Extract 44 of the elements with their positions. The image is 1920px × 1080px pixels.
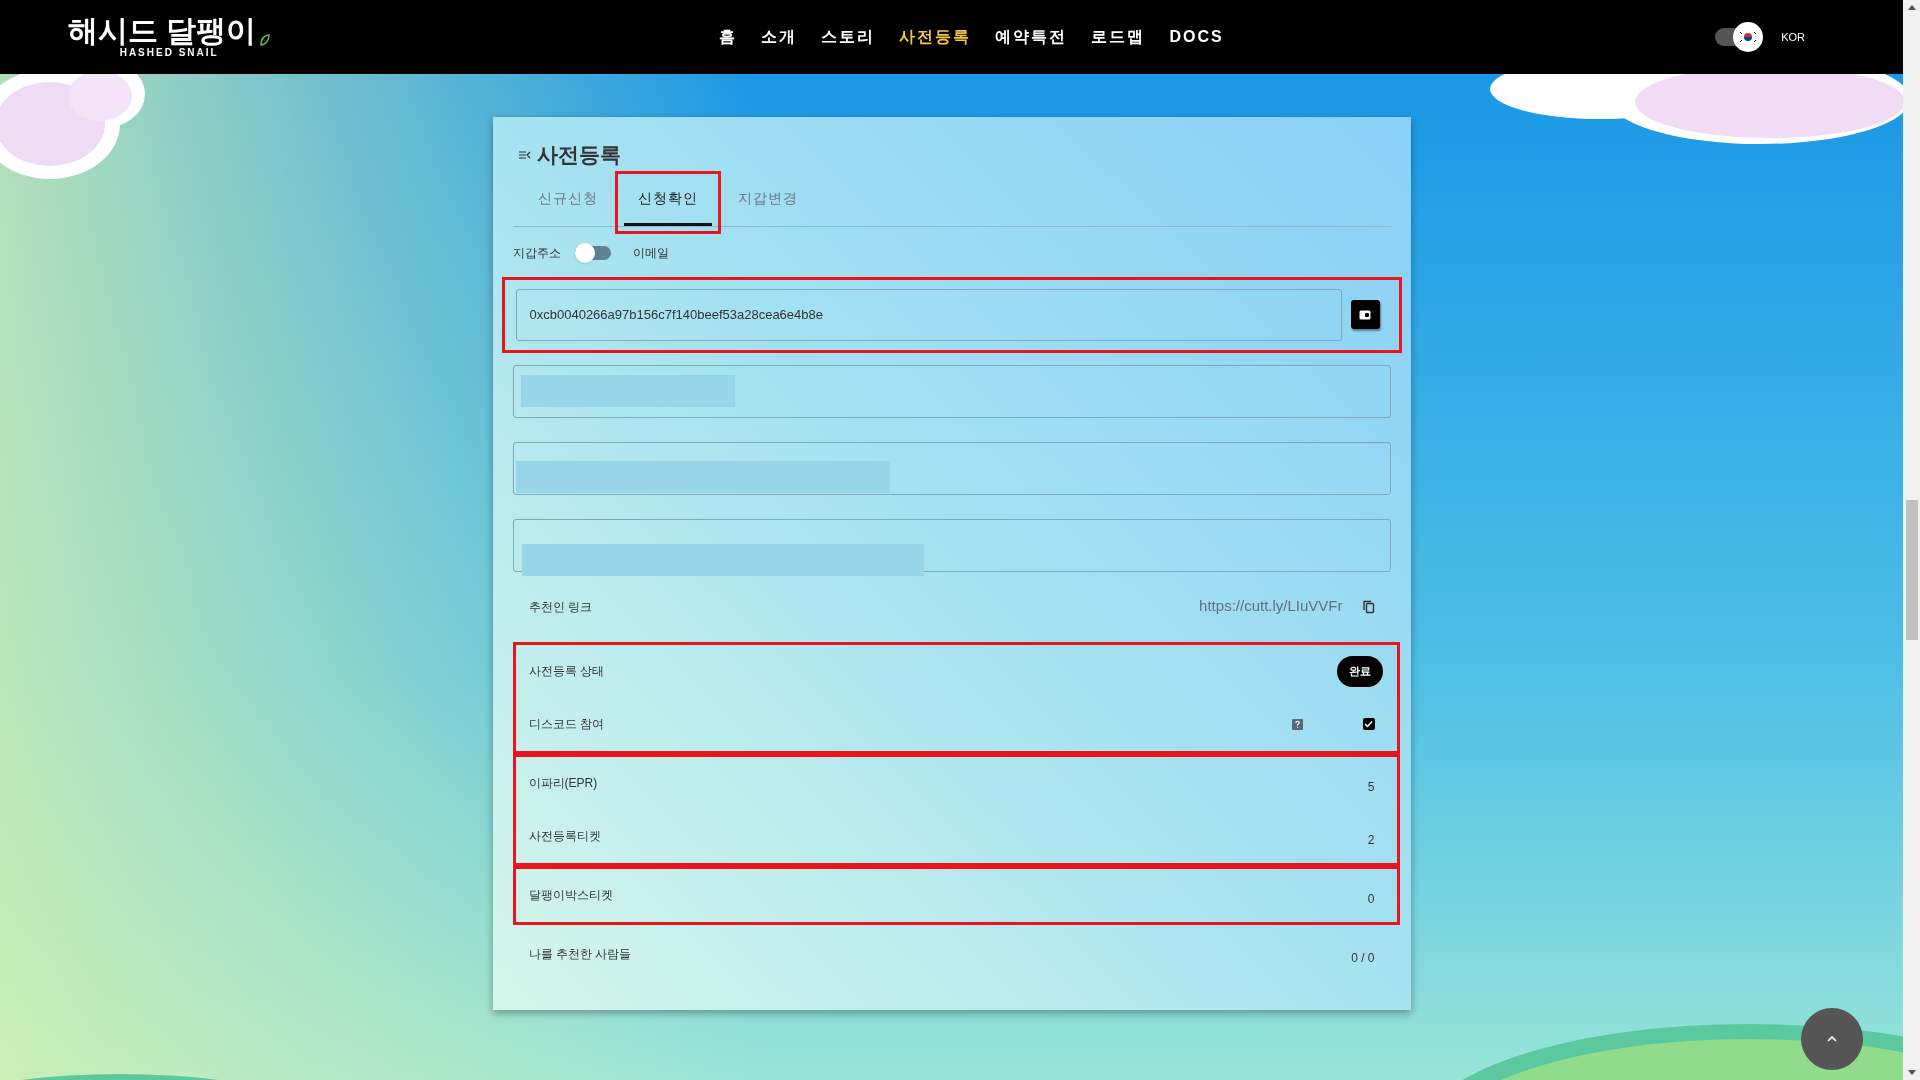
toggle-label: 이메일 <box>632 244 669 262</box>
row-label: 사전등록티켓 <box>528 828 601 845</box>
nav-link[interactable]: 소개 <box>761 25 798 49</box>
row-label: 나를 추천한 사람들 <box>528 946 632 963</box>
row-label: 디스코드 참여 <box>528 716 604 733</box>
wallet-button[interactable] <box>1350 300 1380 329</box>
wallet-address-field[interactable]: 0xcb0040266a97b156c7f140beef53a28cea6e4b8e <box>515 288 1342 341</box>
scrollbar[interactable] <box>1903 0 1920 1080</box>
language-label[interactable]: KOR <box>1781 28 1805 46</box>
menu-icon <box>518 149 531 160</box>
row-value: 0 / 0 <box>1351 950 1375 967</box>
help-icon[interactable] <box>1291 718 1303 730</box>
nav-link[interactable]: 사전등록 <box>899 25 972 49</box>
nav-link[interactable]: 홈 <box>719 25 738 49</box>
scroll-up-arrow-icon[interactable] <box>1907 5 1916 10</box>
logo-title[interactable]: 해시드 달팽이 <box>68 16 257 46</box>
card-title: 사전등록 <box>536 142 621 168</box>
row-label: 달팽이박스티켓 <box>528 887 613 904</box>
checkbox[interactable] <box>1362 718 1375 730</box>
flag-icon <box>1739 30 1758 44</box>
nav-link[interactable]: 스토리 <box>821 25 876 49</box>
chevron-up-icon <box>1827 1036 1837 1042</box>
nav-link[interactable]: 로드맵 <box>1091 25 1146 49</box>
input-field[interactable] <box>512 364 1391 418</box>
row-label: 사전등록 상태 <box>528 663 604 680</box>
tab[interactable]: 신청확인 <box>623 173 712 226</box>
copy-icon[interactable] <box>1362 599 1375 614</box>
leaf-icon <box>260 34 271 46</box>
status-badge: 완료 <box>1336 655 1383 687</box>
row-value: 5 <box>1367 779 1375 796</box>
scrollbar-thumb[interactable] <box>1905 500 1918 640</box>
referral-label: 추천인 링크 <box>528 598 592 616</box>
scroll-down-arrow-icon[interactable] <box>1907 1070 1916 1075</box>
row-value: 0 <box>1367 891 1375 908</box>
logo-subtitle: HASHED SNAIL <box>119 48 219 58</box>
nav-link[interactable]: 예약특전 <box>995 25 1068 49</box>
wallet-icon <box>1359 309 1371 320</box>
row-value: 2 <box>1367 832 1375 849</box>
toggle-label: 지갑주소 <box>512 244 561 262</box>
mode-toggle[interactable] <box>574 242 613 263</box>
language-toggle[interactable] <box>1715 22 1764 52</box>
nav-link[interactable]: DOCS <box>1169 25 1224 49</box>
input-field[interactable] <box>512 441 1391 495</box>
row-label: 이파리(EPR) <box>528 775 598 792</box>
